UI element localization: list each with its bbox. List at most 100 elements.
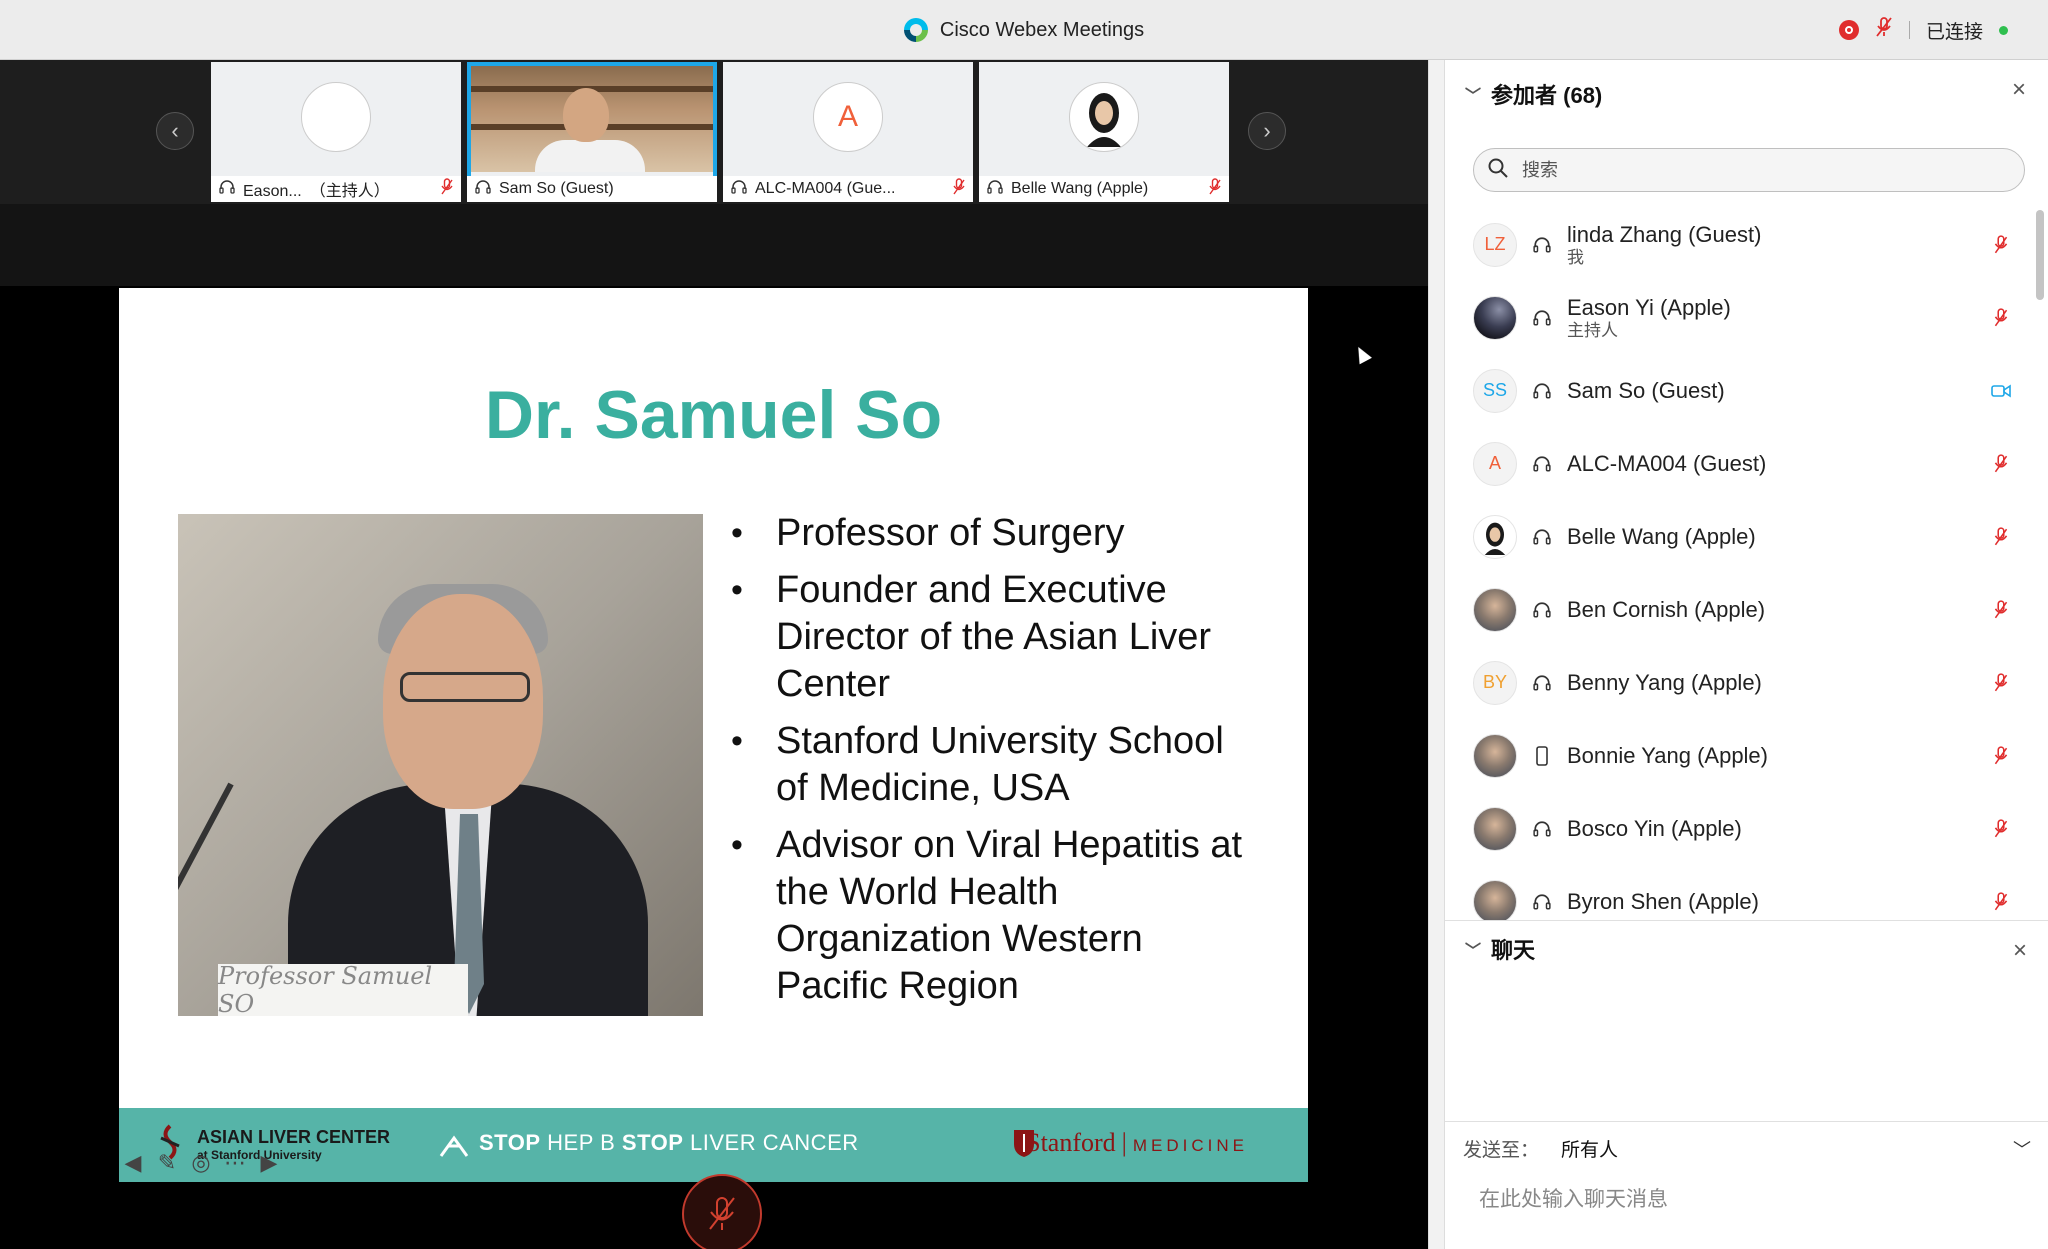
participant-name: ALC-MA004 (Guest) bbox=[1567, 450, 1767, 476]
participant-name: linda Zhang (Guest) 我 bbox=[1567, 221, 1762, 267]
scrollbar[interactable] bbox=[2036, 210, 2044, 300]
participant-row[interactable]: Belle Wang (Apple) bbox=[1445, 500, 2035, 573]
mic-muted-icon[interactable] bbox=[1875, 16, 1893, 44]
headset-icon bbox=[731, 179, 747, 200]
close-icon[interactable]: × bbox=[2013, 937, 2027, 965]
participant-row[interactable]: Ben Cornish (Apple) bbox=[1445, 573, 2035, 646]
participant-role: 我 bbox=[1567, 247, 1584, 267]
panel-splitter[interactable] bbox=[1428, 60, 1444, 1249]
chevron-down-icon[interactable]: ﹀ bbox=[1465, 82, 1481, 106]
participant-row[interactable]: BY Benny Yang (Apple) bbox=[1445, 646, 2035, 719]
participant-name: Belle Wang (Apple) bbox=[1567, 523, 1756, 549]
chat-header[interactable]: ﹀ 聊天 bbox=[1465, 933, 1535, 965]
video-thumbnail-strip: ‹ Eason... （主持人） Sam So (Guest) A ALC-MA… bbox=[0, 60, 1428, 204]
thumbnail-label: Sam So (Guest) bbox=[467, 176, 717, 202]
chevron-down-icon[interactable]: ﹀ bbox=[1465, 937, 1481, 961]
send-to-row[interactable]: 发送至： 所有人 ﹀ bbox=[1445, 1121, 2048, 1161]
close-icon[interactable]: × bbox=[2012, 76, 2026, 104]
initials-avatar: A bbox=[1473, 441, 1517, 486]
microphone bbox=[178, 782, 234, 989]
girl-avatar bbox=[1069, 82, 1139, 152]
divider bbox=[1908, 21, 1910, 39]
mic-muted-icon[interactable] bbox=[1989, 233, 2013, 257]
mic-muted-icon[interactable] bbox=[1989, 598, 2013, 622]
participant-name: Bosco Yin (Apple) bbox=[1567, 815, 1742, 841]
arrow-right-icon[interactable]: ▶ bbox=[256, 1150, 282, 1176]
stop-hepb-slogan: STOP HEP B STOP LIVER CANCER bbox=[479, 1130, 859, 1155]
participant-row[interactable]: Bonnie Yang (Apple) bbox=[1445, 719, 2035, 792]
chevron-down-icon[interactable]: ﹀ bbox=[2013, 1136, 2031, 1162]
initials-avatar: SS bbox=[1473, 368, 1517, 413]
pen-icon[interactable]: ✎ bbox=[154, 1150, 180, 1176]
headset-icon bbox=[987, 179, 1003, 200]
send-to-value[interactable]: 所有人 bbox=[1561, 1135, 1618, 1162]
photo-avatar bbox=[1473, 733, 1517, 778]
participant-search[interactable] bbox=[1473, 148, 2025, 192]
arrow-left-icon[interactable]: ◀ bbox=[120, 1150, 146, 1176]
thumbnail-name: ALC-MA004 (Gue... bbox=[755, 180, 896, 197]
video-thumbnail[interactable]: Belle Wang (Apple) bbox=[979, 62, 1229, 202]
participant-row[interactable]: Byron Shen (Apple) bbox=[1445, 865, 2035, 920]
shared-screen-area: Dr. Samuel So Professor Samuel SO Profes… bbox=[0, 204, 1428, 1249]
headset-icon bbox=[1531, 599, 1553, 621]
video-feed bbox=[471, 66, 713, 172]
participant-row[interactable]: Eason Yi (Apple) 主持人 bbox=[1445, 281, 2035, 354]
glasses bbox=[400, 672, 530, 702]
mic-muted-icon[interactable] bbox=[1989, 817, 2013, 841]
mic-muted-icon[interactable] bbox=[1989, 452, 2013, 476]
headset-icon bbox=[1531, 526, 1553, 548]
participant-name: Eason Yi (Apple) 主持人 bbox=[1567, 294, 1731, 340]
chevron-left-icon[interactable]: ‹ bbox=[156, 112, 194, 150]
video-thumbnail[interactable]: Eason... （主持人） bbox=[211, 62, 461, 202]
video-thumbnail-active[interactable]: Sam So (Guest) bbox=[467, 62, 717, 202]
mic-muted-icon[interactable] bbox=[1989, 744, 2013, 768]
mic-muted-icon[interactable] bbox=[1989, 890, 2013, 914]
participant-row[interactable]: LZ linda Zhang (Guest) 我 bbox=[1445, 208, 2035, 281]
more-icon[interactable]: ⋯ bbox=[222, 1150, 248, 1176]
headset-icon bbox=[1531, 307, 1553, 329]
photo-avatar bbox=[1473, 806, 1517, 851]
headset-icon bbox=[1531, 891, 1553, 913]
slide-bullet: Advisor on Viral Hepatitis at the World … bbox=[731, 822, 1251, 1010]
video-camera-icon[interactable] bbox=[1989, 379, 2013, 403]
video-thumbnail[interactable]: A ALC-MA004 (Gue... bbox=[723, 62, 973, 202]
headset-icon bbox=[219, 179, 235, 200]
headset-icon bbox=[1531, 672, 1553, 694]
participant-role: 主持人 bbox=[1567, 320, 1618, 340]
mic-muted-icon[interactable] bbox=[1989, 306, 2013, 330]
chat-message-input[interactable]: 在此处输入聊天消息 bbox=[1479, 1183, 1668, 1213]
slide-title: Dr. Samuel So bbox=[484, 377, 943, 453]
participant-row[interactable]: Bosco Yin (Apple) bbox=[1445, 792, 2035, 865]
participant-name: Sam So (Guest) bbox=[1567, 377, 1725, 403]
zoom-icon[interactable]: ◎ bbox=[188, 1150, 214, 1176]
mute-button[interactable] bbox=[682, 1174, 762, 1249]
app-title: Cisco Webex Meetings bbox=[0, 0, 2048, 60]
slide-bullet-list: Professor of Surgery Founder and Executi… bbox=[731, 510, 1251, 1020]
participant-row[interactable]: A ALC-MA004 (Guest) bbox=[1445, 427, 2035, 500]
headset-icon bbox=[1531, 453, 1553, 475]
chevron-right-icon[interactable]: › bbox=[1248, 112, 1286, 150]
search-input[interactable] bbox=[1522, 159, 2010, 181]
participant-name: Bonnie Yang (Apple) bbox=[1567, 742, 1768, 768]
participant-name: Ben Cornish (Apple) bbox=[1567, 596, 1766, 622]
mic-muted-icon[interactable] bbox=[1989, 671, 2013, 695]
slide-bullet: Professor of Surgery bbox=[731, 510, 1251, 557]
phone-icon bbox=[1531, 745, 1553, 767]
connected-indicator-icon bbox=[1999, 25, 2008, 35]
ribbon-icon bbox=[437, 1132, 471, 1163]
mic-muted-icon bbox=[1209, 177, 1221, 201]
mic-muted-icon bbox=[441, 177, 453, 201]
headset-icon bbox=[1531, 234, 1553, 256]
participant-row[interactable]: SS Sam So (Guest) bbox=[1445, 354, 2035, 427]
chat-title: 聊天 bbox=[1491, 938, 1536, 963]
title-bar: Cisco Webex Meetings 已连接 bbox=[0, 0, 2048, 60]
thumbnail-name: Belle Wang (Apple) bbox=[1011, 180, 1149, 197]
slide-bullet: Stanford University School of Medicine, … bbox=[731, 718, 1251, 812]
girl-avatar bbox=[1473, 514, 1517, 559]
slide-bullet: Founder and Executive Director of the As… bbox=[731, 567, 1251, 708]
participants-header[interactable]: ﹀ 参加者 (68) bbox=[1465, 74, 1602, 114]
connection-status-text: 已连接 bbox=[1925, 21, 1983, 43]
recording-icon[interactable] bbox=[1838, 20, 1859, 40]
initials-avatar: A bbox=[813, 82, 883, 152]
mic-muted-icon[interactable] bbox=[1989, 525, 2013, 549]
